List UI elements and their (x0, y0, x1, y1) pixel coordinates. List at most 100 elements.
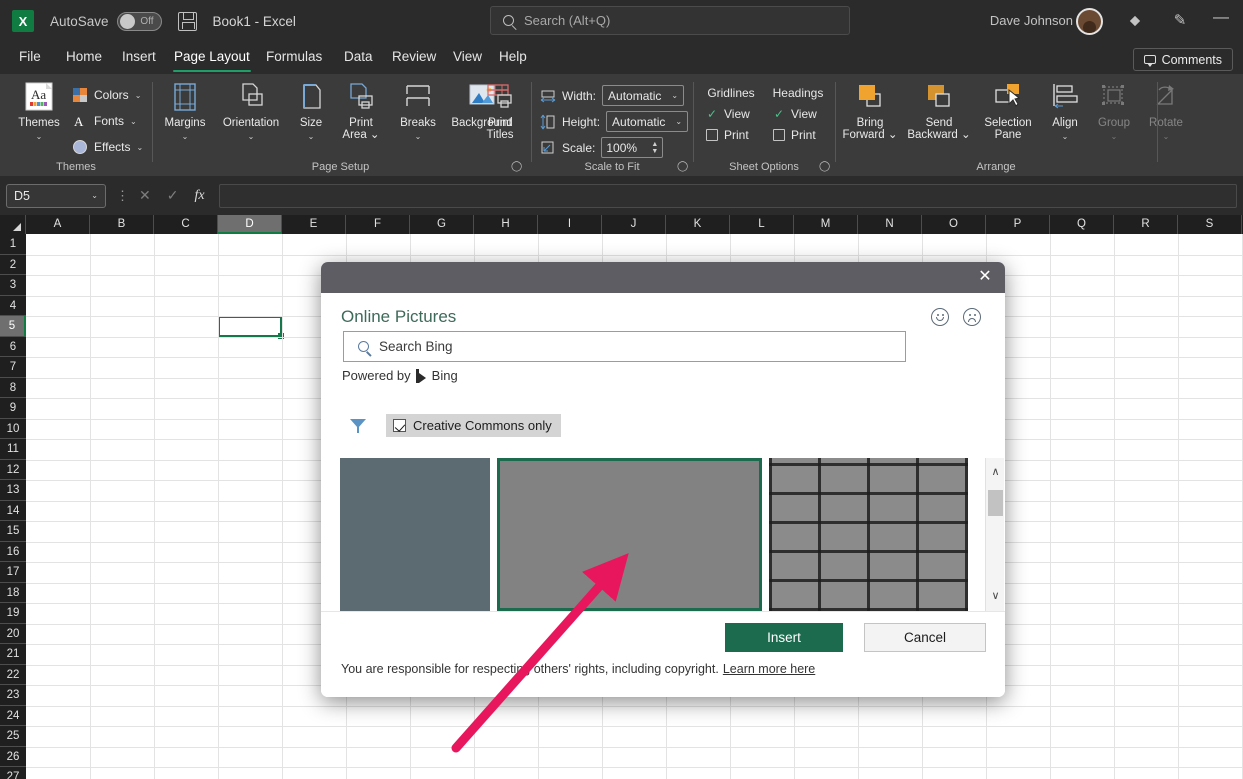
column-header-b[interactable]: B (90, 215, 154, 234)
sheet-options-dialog-launcher[interactable]: ◯ (819, 161, 830, 172)
selection-pane-button[interactable]: Selection Pane (977, 82, 1039, 141)
smiley-sad-icon[interactable] (963, 308, 981, 326)
row-header-16[interactable]: 16 (0, 542, 26, 562)
scrollbar-thumb[interactable] (988, 490, 1003, 516)
fonts-button[interactable]: A Fonts ⌄ (72, 110, 137, 132)
column-header-n[interactable]: N (858, 215, 922, 234)
pen-icon[interactable]: ✎ (1170, 11, 1190, 31)
tab-insert[interactable]: Insert (113, 42, 165, 74)
formula-bar-more-icon[interactable]: ⋮ (116, 188, 129, 204)
column-header-a[interactable]: A (26, 215, 90, 234)
row-header-9[interactable]: 9 (0, 398, 26, 419)
column-header-p[interactable]: P (986, 215, 1050, 234)
gridlines-print-checkbox[interactable]: Print (700, 128, 762, 142)
column-header-e[interactable]: E (282, 215, 346, 234)
cancel-formula-icon[interactable]: ✕ (139, 187, 151, 204)
row-header-27[interactable]: 27 (0, 767, 26, 779)
effects-button[interactable]: Effects ⌄ (72, 136, 143, 158)
row-header-25[interactable]: 25 (0, 726, 26, 747)
breaks-button[interactable]: Breaks ⌄ (391, 82, 445, 143)
save-icon[interactable] (177, 11, 197, 31)
row-header-10[interactable]: 10 (0, 419, 26, 439)
gridlines-view-checkbox[interactable]: ✓ View (700, 107, 762, 121)
row-header-3[interactable]: 3 (0, 275, 26, 296)
result-thumbnail-3[interactable] (769, 458, 968, 611)
tab-home[interactable]: Home (57, 42, 111, 74)
tab-formulas[interactable]: Formulas (257, 42, 331, 74)
results-scrollbar[interactable]: ∧ ∨ (985, 458, 1004, 611)
creative-commons-only-checkbox[interactable]: Creative Commons only (386, 414, 561, 437)
tab-data[interactable]: Data (335, 42, 382, 74)
column-header-q[interactable]: Q (1050, 215, 1114, 234)
column-header-d[interactable]: D (218, 215, 282, 234)
orientation-button[interactable]: Orientation ⌄ (216, 82, 286, 143)
row-header-20[interactable]: 20 (0, 624, 26, 644)
cancel-button[interactable]: Cancel (864, 623, 986, 652)
row-header-22[interactable]: 22 (0, 665, 26, 685)
row-header-8[interactable]: 8 (0, 378, 26, 398)
row-header-13[interactable]: 13 (0, 480, 26, 501)
headings-print-checkbox[interactable]: Print (767, 128, 829, 142)
column-header-o[interactable]: O (922, 215, 986, 234)
row-header-4[interactable]: 4 (0, 296, 26, 316)
print-titles-button[interactable]: Print Titles (470, 82, 530, 141)
tab-review[interactable]: Review (383, 42, 445, 74)
column-header-h[interactable]: H (474, 215, 538, 234)
width-dropdown[interactable]: Automatic ⌄ (602, 85, 685, 106)
tab-page-layout[interactable]: Page Layout (165, 42, 259, 74)
margins-button[interactable]: Margins ⌄ (156, 82, 214, 143)
column-header-i[interactable]: I (538, 215, 602, 234)
scroll-down-icon[interactable]: ∨ (986, 587, 1005, 606)
colors-button[interactable]: Colors ⌄ (72, 84, 141, 106)
page-setup-dialog-launcher[interactable]: ◯ (511, 161, 522, 172)
row-header-24[interactable]: 24 (0, 706, 26, 726)
column-header-s[interactable]: S (1178, 215, 1242, 234)
smiley-happy-icon[interactable] (931, 308, 949, 326)
enter-formula-icon[interactable]: ✓ (167, 187, 179, 204)
column-header-j[interactable]: J (602, 215, 666, 234)
themes-button[interactable]: Aa Themes ⌄ (10, 82, 68, 143)
row-header-2[interactable]: 2 (0, 255, 26, 275)
size-button[interactable]: Size ⌄ (289, 82, 333, 143)
result-thumbnail-1[interactable] (340, 458, 490, 611)
send-backward-button[interactable]: Send Backward ⌄ (903, 82, 975, 141)
result-thumbnail-2[interactable] (497, 458, 762, 611)
column-header-c[interactable]: C (154, 215, 218, 234)
bring-forward-button[interactable]: Bring Forward ⌄ (838, 82, 902, 141)
row-header-18[interactable]: 18 (0, 583, 26, 603)
row-header-12[interactable]: 12 (0, 460, 26, 480)
row-header-14[interactable]: 14 (0, 501, 26, 521)
row-header-15[interactable]: 15 (0, 521, 26, 542)
insert-button[interactable]: Insert (725, 623, 843, 652)
headings-view-checkbox[interactable]: ✓ View (767, 107, 829, 121)
tab-file[interactable]: File (10, 42, 50, 74)
print-area-button[interactable]: Print Area ⌄ (333, 82, 389, 141)
tab-view[interactable]: View (444, 42, 491, 74)
row-header-11[interactable]: 11 (0, 439, 26, 460)
diamond-icon[interactable]: ⬥ (1125, 11, 1145, 31)
bing-search-input[interactable]: Search Bing (343, 331, 906, 362)
row-header-7[interactable]: 7 (0, 357, 26, 378)
row-header-17[interactable]: 17 (0, 562, 26, 583)
row-header-1[interactable]: 1 (0, 234, 26, 255)
column-header-k[interactable]: K (666, 215, 730, 234)
align-button[interactable]: Align ⌄ (1041, 82, 1089, 143)
learn-more-link[interactable]: Learn more here (723, 662, 815, 676)
filter-funnel-icon[interactable] (350, 418, 366, 434)
column-header-r[interactable]: R (1114, 215, 1178, 234)
select-all-corner[interactable] (0, 215, 26, 234)
row-header-26[interactable]: 26 (0, 747, 26, 767)
insert-function-icon[interactable]: fx (194, 188, 204, 204)
row-header-23[interactable]: 23 (0, 685, 26, 706)
row-header-21[interactable]: 21 (0, 644, 26, 665)
minimize-icon[interactable]: — (1211, 8, 1231, 28)
comments-button[interactable]: Comments (1132, 48, 1233, 71)
column-header-g[interactable]: G (410, 215, 474, 234)
selected-cell-d5[interactable] (218, 316, 284, 338)
name-box[interactable]: D5 ⌄ (6, 183, 106, 208)
column-header-f[interactable]: F (346, 215, 410, 234)
close-icon[interactable]: ✕ (973, 266, 997, 288)
height-dropdown[interactable]: Automatic ⌄ (606, 111, 689, 132)
avatar[interactable] (1076, 8, 1103, 35)
formula-input[interactable] (218, 183, 1237, 208)
